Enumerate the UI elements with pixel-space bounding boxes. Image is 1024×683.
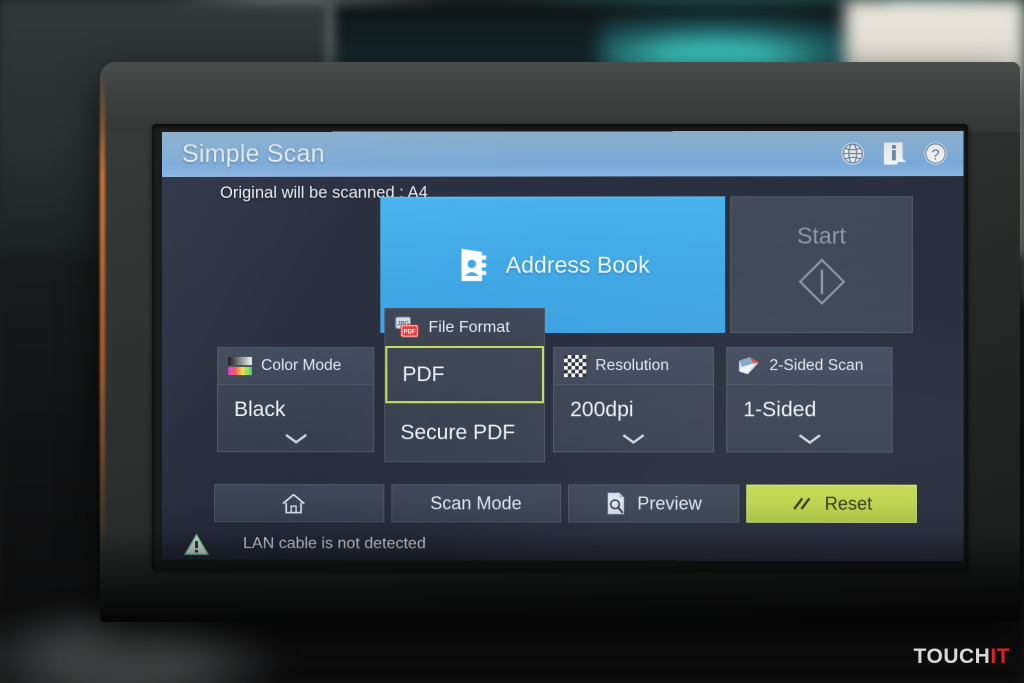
checkerboard-icon (564, 355, 587, 378)
scan-mode-button[interactable]: Scan Mode (390, 484, 562, 523)
svg-text:PDF: PDF (404, 329, 416, 335)
photo-scene: Simple Scan ? Original will be scanned:… (0, 0, 1024, 683)
page-title: Simple Scan (182, 139, 325, 168)
preview-button[interactable]: Preview (568, 484, 739, 523)
address-book-label: Address Book (505, 251, 650, 278)
start-diamond-icon (795, 255, 847, 307)
file-format-option-secure-pdf[interactable]: Secure PDF (385, 404, 544, 461)
main-content-area: Address Book Start Color Mode Black Reso… (162, 176, 964, 562)
tile-color-mode-value: Black (234, 398, 286, 422)
preview-button-label: Preview (637, 492, 702, 514)
touchscreen[interactable]: Simple Scan ? Original will be scanned:… (162, 130, 964, 562)
reset-button[interactable]: Reset (745, 484, 917, 523)
info-icon[interactable] (880, 140, 907, 167)
printer-control-panel-body: Simple Scan ? Original will be scanned:… (100, 62, 1020, 622)
chevron-down-icon[interactable] (554, 433, 713, 444)
watermark: TOUCHIT (914, 645, 1010, 669)
watermark-it: IT (990, 645, 1010, 668)
help-icon[interactable]: ? (922, 140, 949, 167)
jpg-pdf-file-icon: JPG PDF (394, 315, 420, 339)
chevron-down-icon[interactable] (218, 433, 373, 444)
address-book-icon (455, 245, 489, 285)
chevron-down-icon[interactable] (727, 433, 891, 444)
tile-two-sided-scan[interactable]: 2-Sided Scan 1-Sided (726, 347, 893, 453)
lcd-bezel: Simple Scan ? Original will be scanned:… (152, 124, 968, 570)
start-button[interactable]: Start (730, 196, 913, 333)
file-format-label: File Format (428, 318, 510, 336)
home-icon (281, 492, 306, 515)
tile-color-mode[interactable]: Color Mode Black (217, 347, 375, 453)
folded-page-icon (737, 355, 760, 377)
tile-resolution[interactable]: Resolution 200dpi (553, 347, 715, 453)
tile-two-sided-scan-head: 2-Sided Scan (727, 348, 892, 386)
home-button[interactable] (214, 484, 384, 523)
action-bar: Scan Mode Preview Reset (214, 484, 917, 523)
tile-resolution-value: 200dpi (570, 398, 634, 422)
file-format-dropdown[interactable]: JPG PDF File Format PDF Secure PDF (384, 307, 545, 463)
color-gradient-icon (228, 356, 252, 376)
reset-slashes-icon (790, 495, 813, 513)
tile-color-mode-label: Color Mode (261, 357, 342, 375)
title-bar: Simple Scan ? (162, 130, 964, 177)
file-format-option-list: PDF Secure PDF (384, 346, 545, 463)
tile-resolution-head: Resolution (554, 348, 714, 386)
document-preview-icon (605, 491, 626, 515)
panel-orange-accent-edge (100, 72, 105, 552)
reset-button-label: Reset (824, 493, 873, 514)
globe-icon[interactable] (839, 140, 866, 167)
start-button-label: Start (796, 221, 846, 249)
scan-mode-label: Scan Mode (430, 492, 522, 513)
tile-two-sided-scan-label: 2-Sided Scan (769, 357, 864, 375)
title-bar-icons: ? (839, 140, 949, 167)
tile-two-sided-scan-value: 1-Sided (743, 398, 817, 422)
file-format-header[interactable]: JPG PDF File Format (384, 307, 545, 346)
panel-top-face (100, 62, 1020, 132)
tile-color-mode-head: Color Mode (218, 348, 374, 386)
panel-bottom-shadow (100, 532, 1020, 622)
svg-text:?: ? (932, 147, 940, 163)
watermark-touch: TOUCH (913, 645, 991, 668)
tile-resolution-label: Resolution (595, 357, 669, 375)
file-format-option-pdf[interactable]: PDF (385, 346, 544, 404)
